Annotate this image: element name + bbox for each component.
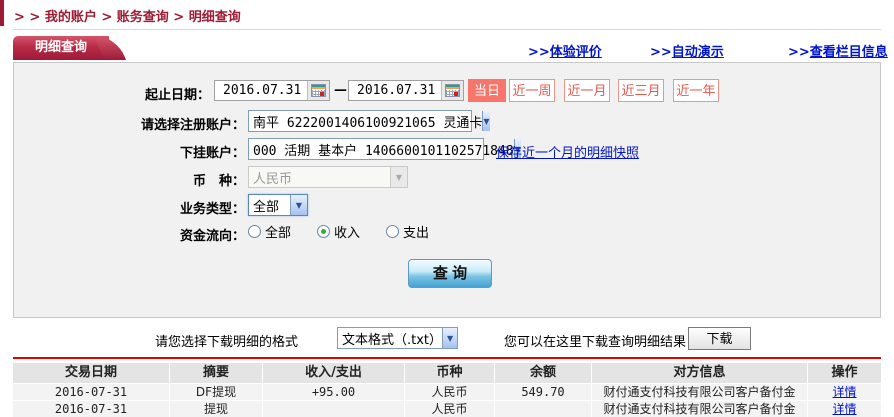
quick-range-month-button[interactable]: 近一月 [564,79,610,102]
date-to-field[interactable] [348,80,464,101]
header-summary: 摘要 [170,363,263,383]
chevron-down-icon[interactable] [290,195,307,215]
quick-range-today-button[interactable]: 当日 [468,79,506,102]
header-divider [13,29,881,30]
download-button[interactable]: 下载 [688,327,751,350]
table-top-divider [13,357,881,359]
flow-option-all[interactable]: 全部 [248,222,291,241]
radio-unchecked-icon[interactable] [386,225,399,238]
detail-link[interactable]: 详情 [832,385,856,399]
cell-counterparty: 财付通支付科技有限公司客户备付金 [592,384,808,400]
experience-review-link[interactable]: >>体验评价 [528,41,602,60]
flow-option-expense[interactable]: 支出 [386,222,429,241]
calendar-icon[interactable] [441,81,463,100]
transaction-table: 交易日期 摘要 收入/支出 币种 余额 对方信息 操作 2016-07-31 D… [13,363,881,417]
table-row: 2016-07-31 DF提现 +95.00 人民币 549.70 财付通支付科… [13,384,881,400]
download-result-label: 您可以在这里下载查询明细结果 [504,331,686,350]
breadcrumb[interactable]: > > 我的账户 > 账务查询 > 明细查询 [14,6,241,25]
currency-select-disabled: 人民币 [248,166,408,188]
date-range-label: 起止日期： [14,84,210,103]
table-header-row: 交易日期 摘要 收入/支出 币种 余额 对方信息 操作 [13,363,881,383]
business-type-select[interactable]: 全部 [248,194,308,216]
calendar-icon[interactable] [307,81,329,100]
radio-checked-icon[interactable] [317,225,330,238]
download-format-label: 请您选择下载明细的格式 [155,331,298,350]
quick-range-week-button[interactable]: 近一周 [509,79,555,102]
date-from-input[interactable] [215,83,301,98]
header-counterparty: 对方信息 [592,363,808,383]
date-range-separator: — [334,83,347,98]
business-type-label: 业务类型： [14,198,245,217]
register-account-select[interactable]: 南平 6222001406100921065 灵通卡 [248,110,472,132]
chevron-down-icon[interactable] [482,111,489,131]
cell-date: 2016-07-31 [13,384,170,400]
flow-option-income[interactable]: 收入 [317,222,360,241]
cell-summary: DF提现 [170,384,263,400]
chevrons-icon: >> [650,45,672,60]
header-date: 交易日期 [13,363,170,383]
chevrons-icon: >> [528,45,550,60]
column-info-link[interactable]: >>查看栏目信息 [788,41,888,60]
table-row: 2016-07-31 提现 人民币 财付通支付科技有限公司客户备付金 详情 [13,401,881,417]
fund-flow-label: 资金流向： [14,225,245,244]
header-currency: 币种 [405,363,495,383]
page-accent-strip [0,0,4,26]
cell-counterparty: 财付通支付科技有限公司客户备付金 [592,401,808,417]
cell-balance: 549.70 [495,384,592,400]
cell-amount: +95.00 [263,384,405,400]
date-from-field[interactable] [214,80,330,101]
cell-currency: 人民币 [405,384,495,400]
chevron-down-icon[interactable] [442,328,457,348]
currency-label: 币 种： [14,170,245,189]
cell-balance [495,401,592,417]
header-action: 操作 [808,363,881,383]
cell-amount [263,401,405,417]
cell-summary: 提现 [170,401,263,417]
sub-account-label: 下挂账户： [14,142,245,161]
query-button[interactable]: 查 询 [408,259,492,288]
save-snapshot-link[interactable]: 保存近一个月的明细快照 [496,142,639,161]
query-form-panel: 起止日期： — 当日 近一周 近一月 近三月 近一年 请选择注册账户： 南平 6… [13,62,881,318]
chevron-down-icon [390,167,407,187]
date-to-input[interactable] [349,83,435,98]
chevrons-icon: >> [788,45,810,60]
quick-range-3months-button[interactable]: 近三月 [618,79,664,102]
header-amount: 收入/支出 [263,363,405,383]
header-balance: 余额 [495,363,592,383]
quick-range-year-button[interactable]: 近一年 [673,79,719,102]
radio-unchecked-icon[interactable] [248,225,261,238]
cell-currency: 人民币 [405,401,495,417]
page-title-tab: 明细查询 [13,36,109,60]
sub-account-select[interactable]: 000 活期 基本户 1406600101102571848 [248,138,484,160]
register-account-label: 请选择注册账户： [14,114,245,133]
download-format-select[interactable]: 文本格式（.txt） [337,327,458,349]
detail-link[interactable]: 详情 [832,402,856,416]
cell-date: 2016-07-31 [13,401,170,417]
auto-demo-link[interactable]: >>自动演示 [650,41,724,60]
fund-flow-radio-group: 全部 收入 支出 [248,222,429,241]
